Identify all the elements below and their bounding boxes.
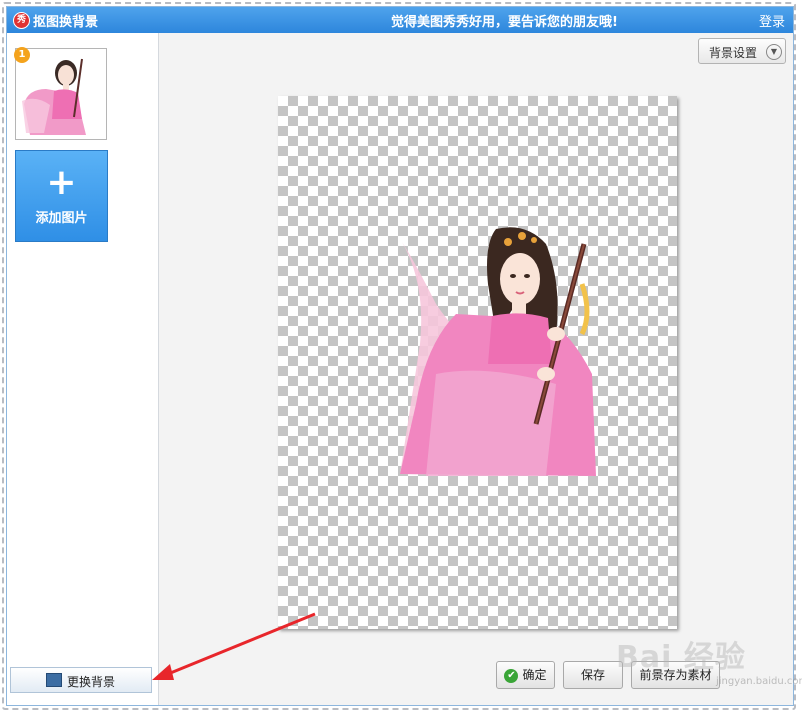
watermark-url: jingyan.baidu.com: [716, 676, 802, 687]
annotation-arrow: [152, 612, 316, 680]
watermark-logo: Bai 经验: [616, 640, 746, 675]
